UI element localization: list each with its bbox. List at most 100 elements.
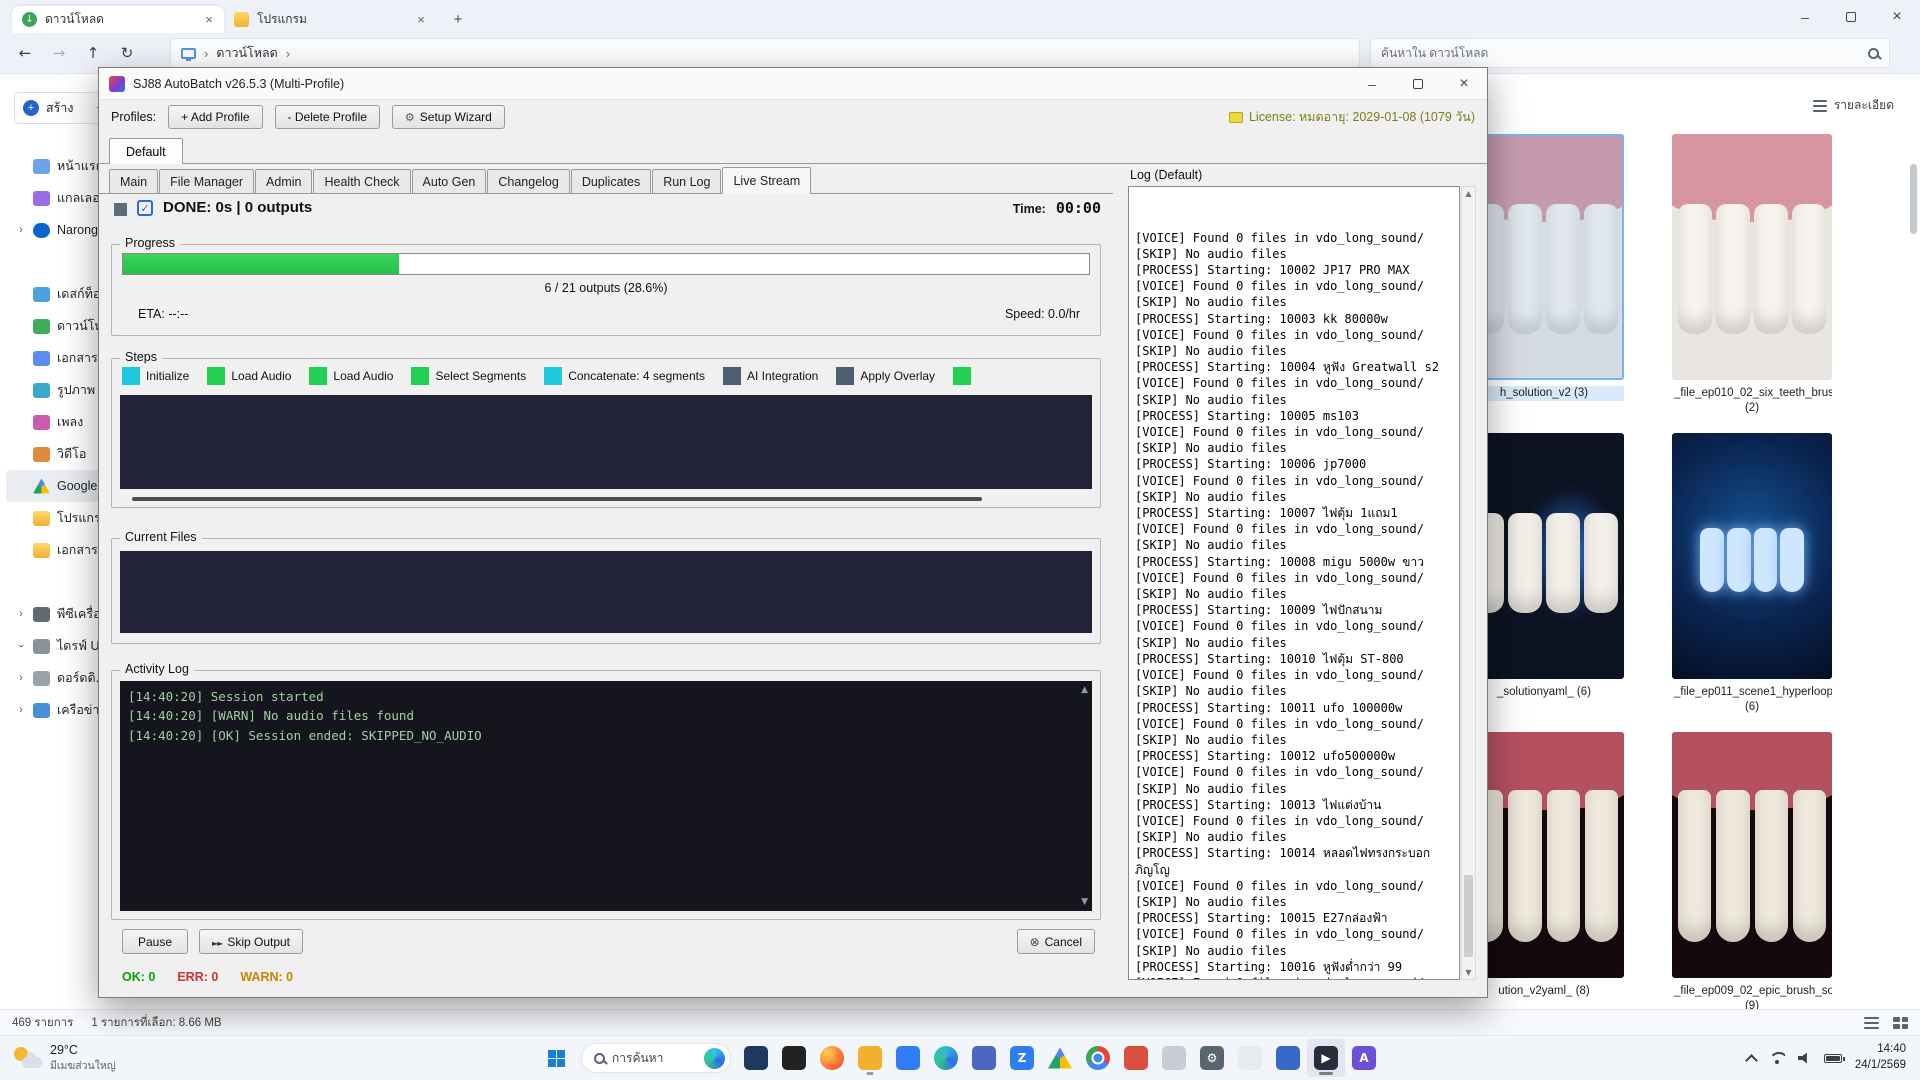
refresh-button[interactable] <box>110 38 144 68</box>
explorer-scrollbar[interactable] <box>1910 164 1917 234</box>
minimize-button[interactable] <box>1782 0 1828 33</box>
taskbar-app-button[interactable] <box>1269 1039 1307 1077</box>
new-button[interactable]: สร้าง <box>14 92 110 124</box>
chevron-icon[interactable] <box>16 704 26 716</box>
scroll-up-icon[interactable] <box>1081 685 1088 695</box>
forward-button[interactable] <box>42 38 76 68</box>
scroll-down-icon[interactable] <box>1081 897 1088 907</box>
app-tab[interactable]: Health Check <box>313 169 410 193</box>
app-tab[interactable]: Duplicates <box>571 169 651 193</box>
file-thumbnail[interactable] <box>1464 732 1624 978</box>
file-item[interactable]: _solutionyaml_ (6) <box>1464 433 1624 715</box>
pause-button[interactable]: Pause <box>122 929 188 954</box>
file-thumbnail[interactable] <box>1672 433 1832 679</box>
activity-log-box[interactable]: [14:40:20] Session started[14:40:20] [WA… <box>120 681 1092 911</box>
volume-icon[interactable] <box>1798 1053 1811 1064</box>
file-thumbnail[interactable] <box>1464 134 1624 380</box>
scroll-up-icon[interactable] <box>1462 189 1475 198</box>
app-close-button[interactable] <box>1441 68 1487 100</box>
app-tab[interactable]: Run Log <box>652 169 721 193</box>
details-toggle-button[interactable]: รายละเอียด <box>1813 96 1894 115</box>
log-panel[interactable]: [VOICE] Found 0 files in vdo_long_sound/… <box>1128 186 1460 980</box>
taskbar-app-button[interactable] <box>1155 1039 1193 1077</box>
scrollbar-thumb[interactable] <box>1464 875 1473 957</box>
step-label: Apply Overlay <box>860 369 935 383</box>
log-scrollbar[interactable] <box>1461 186 1476 980</box>
start-button[interactable] <box>537 1039 575 1077</box>
taskbar-app-button[interactable] <box>1041 1039 1079 1077</box>
back-button[interactable] <box>8 38 42 68</box>
list-view-icon[interactable] <box>1864 1017 1879 1029</box>
chevron-icon[interactable] <box>16 224 26 236</box>
file-item[interactable]: _file_ep009_02_epic_brush_solution_v2yam… <box>1672 732 1832 1014</box>
grid-view-icon[interactable] <box>1893 1017 1908 1029</box>
taskbar-app-button[interactable] <box>1231 1039 1269 1077</box>
file-item[interactable]: h_solution_v2 (3) <box>1464 134 1624 416</box>
file-thumbnail[interactable] <box>1672 134 1832 380</box>
maximize-button[interactable] <box>1828 0 1874 33</box>
taskbar-app-button[interactable] <box>1117 1039 1155 1077</box>
taskbar-app-button[interactable]: A <box>1345 1039 1383 1077</box>
sidebar-item-label: หน้าแรก <box>57 156 103 176</box>
scroll-down-icon[interactable] <box>1462 968 1475 977</box>
add-profile-button[interactable]: + Add Profile <box>168 105 262 129</box>
delete-profile-button[interactable]: - Delete Profile <box>275 105 380 129</box>
battery-icon[interactable] <box>1824 1054 1842 1063</box>
file-thumbnail[interactable] <box>1672 732 1832 978</box>
stop-icon[interactable] <box>114 203 127 216</box>
explorer-tab[interactable]: ดาวน์โหลด <box>12 6 224 33</box>
taskbar-app-button[interactable]: ▶ <box>1307 1039 1345 1077</box>
log-line: [SKIP] No audio files <box>1135 537 1455 553</box>
up-button[interactable] <box>76 38 110 68</box>
taskbar-app-button[interactable] <box>927 1039 965 1077</box>
tab-close-icon[interactable] <box>200 11 218 29</box>
taskbar-app-button[interactable]: ⚙ <box>1193 1039 1231 1077</box>
explorer-tab[interactable]: โปรแกรม <box>224 6 436 33</box>
taskbar-app-button[interactable] <box>737 1039 775 1077</box>
chevron-icon[interactable] <box>16 672 26 684</box>
log-line: [VOICE] Found 0 files in vdo_long_sound/ <box>1135 375 1455 391</box>
app-tab[interactable]: Main <box>109 169 158 193</box>
file-item[interactable]: ution_v2yaml_ (8) <box>1464 732 1624 1014</box>
taskbar-app-button[interactable] <box>851 1039 889 1077</box>
file-item[interactable]: _file_ep011_scene1_hyperloop_problemyaml… <box>1672 433 1832 715</box>
file-item[interactable]: _file_ep010_02_six_teeth_brush_solution_… <box>1672 134 1832 416</box>
weather-widget[interactable]: 29°C มีเมฆส่วนใหญ่ <box>0 1036 128 1080</box>
app-title-bar[interactable]: SJ88 AutoBatch v26.5.3 (Multi-Profile) <box>99 68 1487 100</box>
breadcrumb[interactable]: ดาวน์โหลด <box>216 43 277 63</box>
chevron-icon[interactable] <box>16 640 26 652</box>
cancel-button[interactable]: Cancel <box>1017 929 1095 954</box>
taskbar-app-button[interactable] <box>889 1039 927 1077</box>
taskbar-app-button[interactable]: Z <box>1003 1039 1041 1077</box>
taskbar-app-button[interactable] <box>813 1039 851 1077</box>
wifi-icon[interactable] <box>1769 1052 1785 1064</box>
steps-horizontal-scrollbar[interactable] <box>132 497 982 501</box>
step-label: Select Segments <box>435 369 526 383</box>
app-maximize-button[interactable] <box>1395 68 1441 100</box>
close-button[interactable] <box>1874 0 1920 33</box>
tray-chevron-up-icon[interactable] <box>1745 1054 1758 1067</box>
app-tab[interactable]: Admin <box>255 169 312 193</box>
new-tab-button[interactable] <box>446 7 470 31</box>
step-label: Load Audio <box>231 369 291 383</box>
file-thumbnail[interactable] <box>1464 433 1624 679</box>
tab-close-icon[interactable] <box>412 11 430 29</box>
taskbar-clock[interactable]: 14:40 24/1/2569 <box>1855 1042 1906 1073</box>
setup-wizard-button[interactable]: Setup Wizard <box>392 105 505 129</box>
address-bar[interactable]: ดาวน์โหลด <box>170 38 1360 68</box>
app-tab[interactable]: Changelog <box>487 169 569 193</box>
app-minimize-button[interactable] <box>1349 68 1395 100</box>
app-tab[interactable]: File Manager <box>159 169 254 193</box>
profiles-label: Profiles: <box>111 110 156 124</box>
taskbar-app-button[interactable] <box>965 1039 1003 1077</box>
taskbar-app-button[interactable] <box>775 1039 813 1077</box>
skip-output-button[interactable]: Skip Output <box>199 929 303 954</box>
details-icon <box>1813 100 1827 112</box>
app-tab[interactable]: Auto Gen <box>412 169 487 193</box>
taskbar-app-button[interactable] <box>1079 1039 1117 1077</box>
app-tab[interactable]: Live Stream <box>722 167 811 194</box>
search-input[interactable]: ค้นหาใน ดาวน์โหลด <box>1370 38 1890 68</box>
taskbar-search[interactable]: การค้นหา <box>581 1043 731 1073</box>
profile-tab-default[interactable]: Default <box>109 138 183 164</box>
chevron-icon[interactable] <box>16 608 26 620</box>
